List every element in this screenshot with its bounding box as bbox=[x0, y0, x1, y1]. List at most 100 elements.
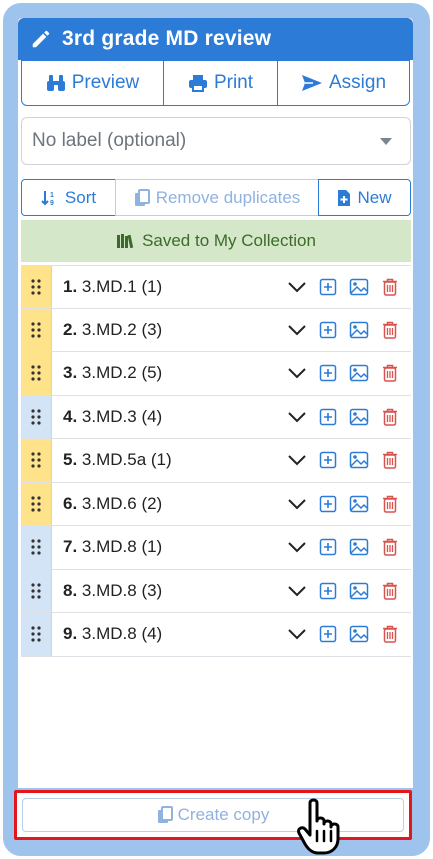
item-label: 4. 3.MD.3 (4) bbox=[63, 407, 281, 427]
create-copy-highlight: Create copy bbox=[14, 790, 412, 840]
list-item[interactable]: 7. 3.MD.8 (1) bbox=[21, 526, 411, 570]
trash-icon[interactable] bbox=[374, 408, 405, 426]
trash-icon[interactable] bbox=[374, 538, 405, 556]
item-code: 3.MD.3 (4) bbox=[81, 406, 163, 426]
item-code: 3.MD.8 (3) bbox=[81, 580, 163, 600]
trash-icon[interactable] bbox=[374, 321, 405, 339]
image-icon[interactable] bbox=[343, 364, 374, 382]
drag-handle-icon[interactable] bbox=[21, 482, 52, 525]
drag-handle-icon[interactable] bbox=[21, 439, 52, 482]
drag-handle-icon[interactable] bbox=[21, 395, 52, 438]
chevron-down-icon[interactable] bbox=[281, 498, 312, 510]
printer-icon bbox=[188, 75, 207, 92]
chevron-down-icon[interactable] bbox=[281, 411, 312, 423]
chevron-down-icon[interactable] bbox=[281, 281, 312, 293]
item-actions bbox=[281, 538, 405, 556]
item-code: 3.MD.1 (1) bbox=[81, 276, 163, 296]
remove-duplicates-button[interactable]: Remove duplicates bbox=[115, 179, 319, 216]
add-box-icon[interactable] bbox=[312, 408, 343, 426]
page-title: 3rd grade MD review bbox=[62, 27, 272, 50]
add-box-icon[interactable] bbox=[312, 625, 343, 643]
item-actions bbox=[281, 451, 405, 469]
action-buttons: Preview Print Assign bbox=[21, 60, 411, 106]
drag-handle-icon[interactable] bbox=[21, 352, 52, 395]
list-item[interactable]: 5. 3.MD.5a (1) bbox=[21, 439, 411, 483]
new-button[interactable]: New bbox=[318, 179, 411, 216]
item-label: 6. 3.MD.6 (2) bbox=[63, 494, 281, 514]
list-item[interactable]: 2. 3.MD.2 (3) bbox=[21, 308, 411, 352]
preview-button[interactable]: Preview bbox=[21, 60, 164, 106]
item-actions bbox=[281, 582, 405, 600]
item-number: 1. bbox=[63, 276, 78, 296]
review-panel: 3rd grade MD review Preview Print Assign… bbox=[18, 18, 413, 788]
item-number: 4. bbox=[63, 406, 78, 426]
list-item[interactable]: 1. 3.MD.1 (1) bbox=[21, 265, 411, 309]
chevron-down-icon[interactable] bbox=[281, 628, 312, 640]
print-button[interactable]: Print bbox=[163, 60, 278, 106]
drag-handle-icon[interactable] bbox=[21, 526, 52, 569]
trash-icon[interactable] bbox=[374, 451, 405, 469]
item-number: 2. bbox=[63, 319, 78, 339]
chevron-down-icon[interactable] bbox=[281, 324, 312, 336]
image-icon[interactable] bbox=[343, 408, 374, 426]
drag-handle-icon[interactable] bbox=[21, 613, 52, 656]
drag-handle-icon[interactable] bbox=[21, 308, 52, 351]
add-box-icon[interactable] bbox=[312, 278, 343, 296]
chevron-down-icon[interactable] bbox=[281, 541, 312, 553]
item-label: 9. 3.MD.8 (4) bbox=[63, 624, 281, 644]
print-label: Print bbox=[213, 72, 254, 93]
item-number: 9. bbox=[63, 624, 78, 644]
add-box-icon[interactable] bbox=[312, 364, 343, 382]
chevron-down-icon[interactable] bbox=[281, 454, 312, 466]
trash-icon[interactable] bbox=[374, 582, 405, 600]
chevron-down-icon[interactable] bbox=[281, 367, 312, 379]
trash-icon[interactable] bbox=[374, 278, 405, 296]
saved-status-banner: Saved to My Collection bbox=[21, 220, 411, 262]
label-select[interactable]: No label (optional) bbox=[21, 117, 411, 165]
chevron-down-icon[interactable] bbox=[281, 585, 312, 597]
image-icon[interactable] bbox=[343, 538, 374, 556]
drag-handle-icon[interactable] bbox=[21, 266, 52, 308]
trash-icon[interactable] bbox=[374, 364, 405, 382]
add-box-icon[interactable] bbox=[312, 321, 343, 339]
item-number: 5. bbox=[63, 450, 78, 470]
list-item[interactable]: 4. 3.MD.3 (4) bbox=[21, 395, 411, 439]
drag-handle-icon[interactable] bbox=[21, 569, 52, 612]
image-icon[interactable] bbox=[343, 321, 374, 339]
list-item[interactable]: 8. 3.MD.8 (3) bbox=[21, 569, 411, 613]
item-number: 7. bbox=[63, 537, 78, 557]
image-icon[interactable] bbox=[343, 278, 374, 296]
list-item[interactable]: 9. 3.MD.8 (4) bbox=[21, 613, 411, 657]
books-icon bbox=[117, 234, 134, 249]
trash-icon[interactable] bbox=[374, 625, 405, 643]
add-box-icon[interactable] bbox=[312, 538, 343, 556]
hand-pointer-icon bbox=[297, 798, 340, 855]
remove-duplicates-label: Remove duplicates bbox=[155, 187, 301, 207]
list-item[interactable]: 6. 3.MD.6 (2) bbox=[21, 482, 411, 526]
item-actions bbox=[281, 408, 405, 426]
add-box-icon[interactable] bbox=[312, 582, 343, 600]
assign-button[interactable]: Assign bbox=[277, 60, 410, 106]
send-icon bbox=[301, 75, 322, 91]
image-icon[interactable] bbox=[343, 451, 374, 469]
pencil-icon[interactable] bbox=[30, 28, 52, 50]
copy-icon bbox=[134, 188, 150, 206]
item-actions bbox=[281, 321, 405, 339]
new-label: New bbox=[357, 187, 392, 207]
copy-icon bbox=[157, 806, 173, 823]
label-select-value: No label (optional) bbox=[32, 130, 187, 151]
list-item[interactable]: 3. 3.MD.2 (5) bbox=[21, 352, 411, 396]
image-icon[interactable] bbox=[343, 495, 374, 513]
image-icon[interactable] bbox=[343, 582, 374, 600]
sort-button[interactable]: 1 9 Sort bbox=[21, 179, 116, 216]
trash-icon[interactable] bbox=[374, 495, 405, 513]
item-actions bbox=[281, 278, 405, 296]
sort-label: Sort bbox=[64, 187, 97, 207]
item-code: 3.MD.8 (4) bbox=[81, 624, 163, 644]
preview-label: Preview bbox=[71, 72, 140, 93]
add-box-icon[interactable] bbox=[312, 451, 343, 469]
item-code: 3.MD.6 (2) bbox=[81, 493, 163, 513]
add-box-icon[interactable] bbox=[312, 495, 343, 513]
item-label: 8. 3.MD.8 (3) bbox=[63, 581, 281, 601]
image-icon[interactable] bbox=[343, 625, 374, 643]
